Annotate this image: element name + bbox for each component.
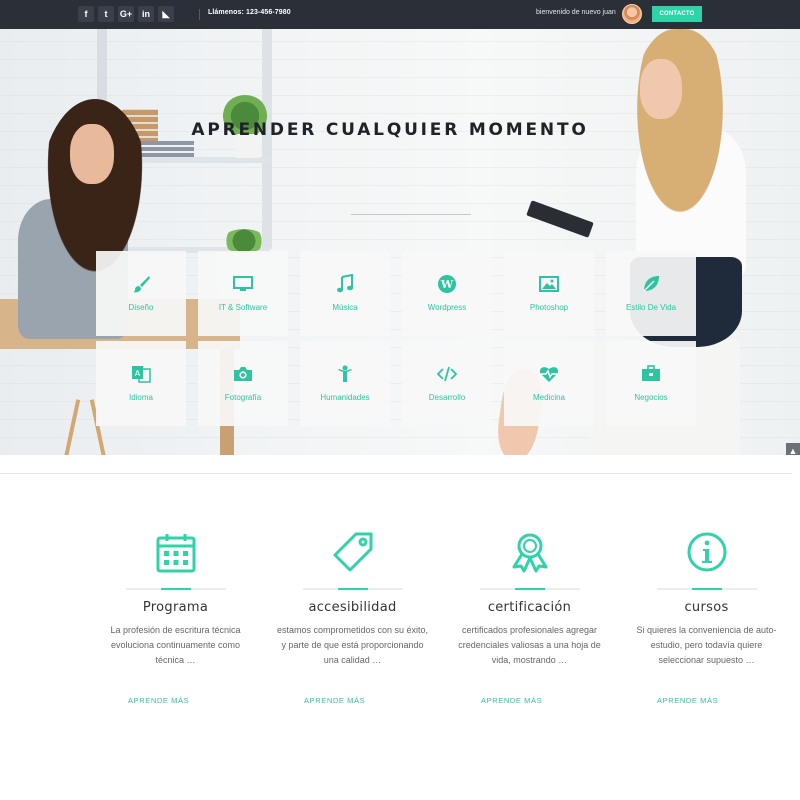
divider: [199, 9, 200, 20]
category-label: Photoshop: [529, 303, 569, 312]
person-icon: [334, 363, 356, 385]
tag-icon: [331, 530, 375, 574]
svg-text:W: W: [440, 278, 454, 291]
translate-icon: A: [130, 363, 152, 385]
hero-section: APRENDER CUALQUIER MOMENTO Diseño IT & S…: [0, 29, 800, 455]
svg-text:A: A: [135, 369, 141, 378]
monitor-icon: [232, 273, 254, 295]
info-icon: [685, 530, 729, 574]
category-label: IT & Software: [218, 303, 268, 312]
feature-rule: [125, 588, 226, 590]
feature-rule: [302, 588, 403, 590]
avatar[interactable]: [622, 4, 642, 24]
category-label: Idioma: [128, 393, 153, 402]
calendar-icon: [154, 530, 198, 574]
facebook-icon[interactable]: f: [78, 6, 94, 22]
contact-button[interactable]: CONTACTO: [652, 6, 702, 22]
section-divider: [0, 473, 792, 474]
wordpress-icon: W: [436, 273, 458, 295]
category-label: Estilo De Vida: [625, 303, 677, 312]
welcome-message: bienvenido de nuevo juan: [536, 9, 616, 16]
category-fotografia[interactable]: Fotografía: [198, 341, 288, 426]
briefcase-icon: [640, 363, 662, 385]
category-medicina[interactable]: Medicina: [504, 341, 594, 426]
award-icon: [508, 530, 552, 574]
learn-more-link[interactable]: APRENDE MÁS: [128, 696, 189, 705]
feature-description: Si quieres la conveniencia de auto-estud…: [636, 625, 777, 665]
category-label: Fotografía: [224, 393, 262, 402]
category-it-software[interactable]: IT & Software: [198, 251, 288, 336]
top-bar: f t G+ in ◣ Llámenos: 123-456-7980 bienv…: [0, 0, 800, 29]
category-label: Wordpress: [427, 303, 467, 312]
features-section: Programa La profesión de escritura técni…: [87, 530, 795, 668]
category-idioma[interactable]: A Idioma: [96, 341, 186, 426]
image-icon: [538, 273, 560, 295]
camera-icon: [232, 363, 254, 385]
feature-description: certificados profesionales agregar crede…: [458, 625, 601, 665]
category-diseno[interactable]: Diseño: [96, 251, 186, 336]
person-right-face: [640, 59, 682, 119]
learn-more-link[interactable]: APRENDE MÁS: [657, 696, 718, 705]
linkedin-icon[interactable]: in: [138, 6, 154, 22]
feature-accesibilidad: accesibilidad estamos comprometidos con …: [264, 530, 441, 668]
rss-icon[interactable]: ◣: [158, 6, 174, 22]
feature-title: Programa: [142, 600, 209, 615]
twitter-icon[interactable]: t: [98, 6, 114, 22]
music-note-icon: [334, 273, 356, 295]
feature-title: certificación: [487, 600, 572, 615]
category-estilo-de-vida[interactable]: Estilo De Vida: [606, 251, 696, 336]
category-photoshop[interactable]: Photoshop: [504, 251, 594, 336]
feature-programa: Programa La profesión de escritura técni…: [87, 530, 264, 668]
feature-title: accesibilidad: [308, 600, 397, 615]
category-negocios[interactable]: Negocios: [606, 341, 696, 426]
feature-certificacion: certificación certificados profesionales…: [441, 530, 618, 668]
google-plus-icon[interactable]: G+: [118, 6, 134, 22]
feature-description: estamos comprometidos con su éxito, y pa…: [276, 625, 429, 665]
plant: [222, 229, 266, 253]
learn-more-link[interactable]: APRENDE MÁS: [481, 696, 542, 705]
phone-number: Llámenos: 123-456-7980: [208, 9, 291, 16]
feature-cursos: cursos Si quieres la conveniencia de aut…: [618, 530, 795, 668]
hero-underline: [351, 214, 471, 215]
feature-description: La profesión de escritura técnica evoluc…: [110, 625, 241, 665]
category-label: Negocios: [634, 393, 668, 402]
learn-more-link[interactable]: APRENDE MÁS: [304, 696, 365, 705]
heartbeat-icon: [538, 363, 560, 385]
category-label: Desarrollo: [428, 393, 466, 402]
hero-title: APRENDER CUALQUIER MOMENTO: [191, 120, 589, 140]
feature-rule: [656, 588, 757, 590]
category-label: Humanidades: [320, 393, 370, 402]
category-humanidades[interactable]: Humanidades: [300, 341, 390, 426]
scroll-top-button[interactable]: ▲: [786, 443, 800, 455]
leaf-icon: [640, 273, 662, 295]
social-links: f t G+ in ◣: [78, 6, 174, 22]
category-label: Medicina: [532, 393, 565, 402]
category-label: Música: [332, 303, 358, 312]
feature-rule: [479, 588, 580, 590]
paintbrush-icon: [130, 273, 152, 295]
category-grid: Diseño IT & Software Música W Wordpress …: [96, 251, 696, 426]
code-icon: [436, 363, 458, 385]
category-label: Diseño: [128, 303, 154, 312]
category-musica[interactable]: Música: [300, 251, 390, 336]
category-wordpress[interactable]: W Wordpress: [402, 251, 492, 336]
feature-title: cursos: [684, 600, 729, 615]
category-desarrollo[interactable]: Desarrollo: [402, 341, 492, 426]
